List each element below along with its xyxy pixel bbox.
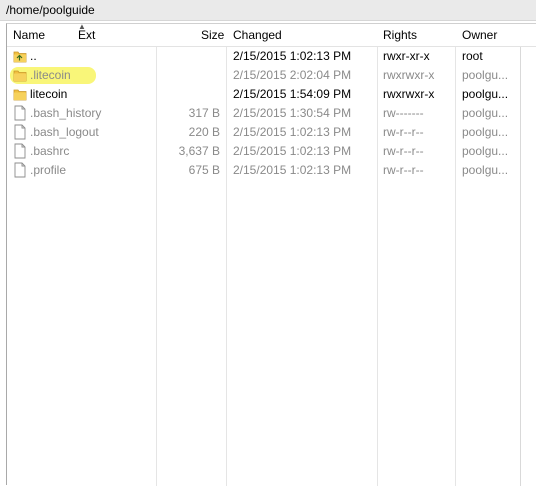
- file-row[interactable]: .bash_history 317 B 2/15/2015 1:30:54 PM rw…: [7, 104, 536, 123]
- column-header-row: Name ▲ Ext Size Changed Rights Owner: [7, 22, 536, 47]
- current-path: /home/poolguide: [6, 3, 95, 17]
- file-size: 317 B: [188, 106, 220, 120]
- file-changed: 2/15/2015 2:02:04 PM: [233, 68, 352, 82]
- file-name[interactable]: litecoin: [30, 87, 67, 101]
- folder-icon: [13, 67, 27, 83]
- file-changed: 2/15/2015 1:02:13 PM: [233, 125, 352, 139]
- file-owner: poolgu...: [462, 106, 509, 120]
- file-changed: 2/15/2015 1:02:13 PM: [233, 144, 352, 158]
- column-header-changed[interactable]: Changed: [233, 28, 282, 42]
- file-rights: rw-r--r--: [383, 125, 424, 139]
- path-bar[interactable]: /home/poolguide: [0, 0, 536, 21]
- file-name[interactable]: ..: [30, 49, 37, 63]
- file-icon: [13, 124, 27, 140]
- file-owner: poolgu...: [462, 144, 509, 158]
- file-owner: poolgu...: [462, 163, 509, 177]
- file-changed: 2/15/2015 1:02:13 PM: [233, 163, 352, 177]
- file-owner: root: [462, 49, 483, 63]
- file-name[interactable]: .bash_history: [30, 106, 101, 120]
- file-rights: rwxrwxr-x: [383, 68, 435, 82]
- file-owner: poolgu...: [462, 68, 509, 82]
- column-header-owner[interactable]: Owner: [462, 28, 497, 42]
- file-icon: [13, 105, 27, 121]
- file-size: 220 B: [188, 125, 220, 139]
- file-name[interactable]: .profile: [30, 163, 66, 177]
- file-changed: 2/15/2015 1:02:13 PM: [233, 49, 352, 63]
- column-header-rights[interactable]: Rights: [383, 28, 417, 42]
- file-row[interactable]: .profile 675 B 2/15/2015 1:02:13 PM rw-r--r…: [7, 161, 536, 180]
- file-row[interactable]: .bash_logout 220 B 2/15/2015 1:02:13 PM rw-…: [7, 123, 536, 142]
- file-row[interactable]: litecoin 2/15/2015 1:54:09 PM rwxrwxr-x poo…: [7, 85, 536, 104]
- file-owner: poolgu...: [462, 87, 509, 101]
- column-header-size[interactable]: Size: [201, 28, 224, 42]
- file-name[interactable]: .bashrc: [30, 144, 69, 158]
- file-name[interactable]: .litecoin: [30, 68, 71, 82]
- file-icon: [13, 162, 27, 178]
- file-rights: rw-r--r--: [383, 144, 424, 158]
- file-icon: [13, 143, 27, 159]
- file-size: 675 B: [188, 163, 220, 177]
- file-list-panel[interactable]: Name ▲ Ext Size Changed Rights Owner .. 2…: [6, 22, 536, 486]
- file-name[interactable]: .bash_logout: [30, 125, 99, 139]
- file-rights: rwxrwxr-x: [383, 87, 435, 101]
- file-row[interactable]: .. 2/15/2015 1:02:13 PM rwxr-xr-x root: [7, 47, 536, 66]
- file-rights: rw-r--r--: [383, 163, 424, 177]
- file-size: 3,637 B: [178, 144, 220, 158]
- parent-folder-icon: [13, 48, 27, 64]
- file-owner: poolgu...: [462, 125, 509, 139]
- file-rights: rwxr-xr-x: [383, 49, 430, 63]
- file-row[interactable]: .litecoin 2/15/2015 2:02:04 PM rwxrwxr-x po…: [7, 66, 536, 85]
- folder-icon: [13, 86, 27, 102]
- column-header-name[interactable]: Name: [13, 28, 45, 42]
- file-row[interactable]: .bashrc 3,637 B 2/15/2015 1:02:13 PM rw-r--…: [7, 142, 536, 161]
- file-changed: 2/15/2015 1:54:09 PM: [233, 87, 352, 101]
- file-rights: rw-------: [383, 106, 424, 120]
- column-header-ext[interactable]: Ext: [78, 28, 95, 42]
- file-changed: 2/15/2015 1:30:54 PM: [233, 106, 352, 120]
